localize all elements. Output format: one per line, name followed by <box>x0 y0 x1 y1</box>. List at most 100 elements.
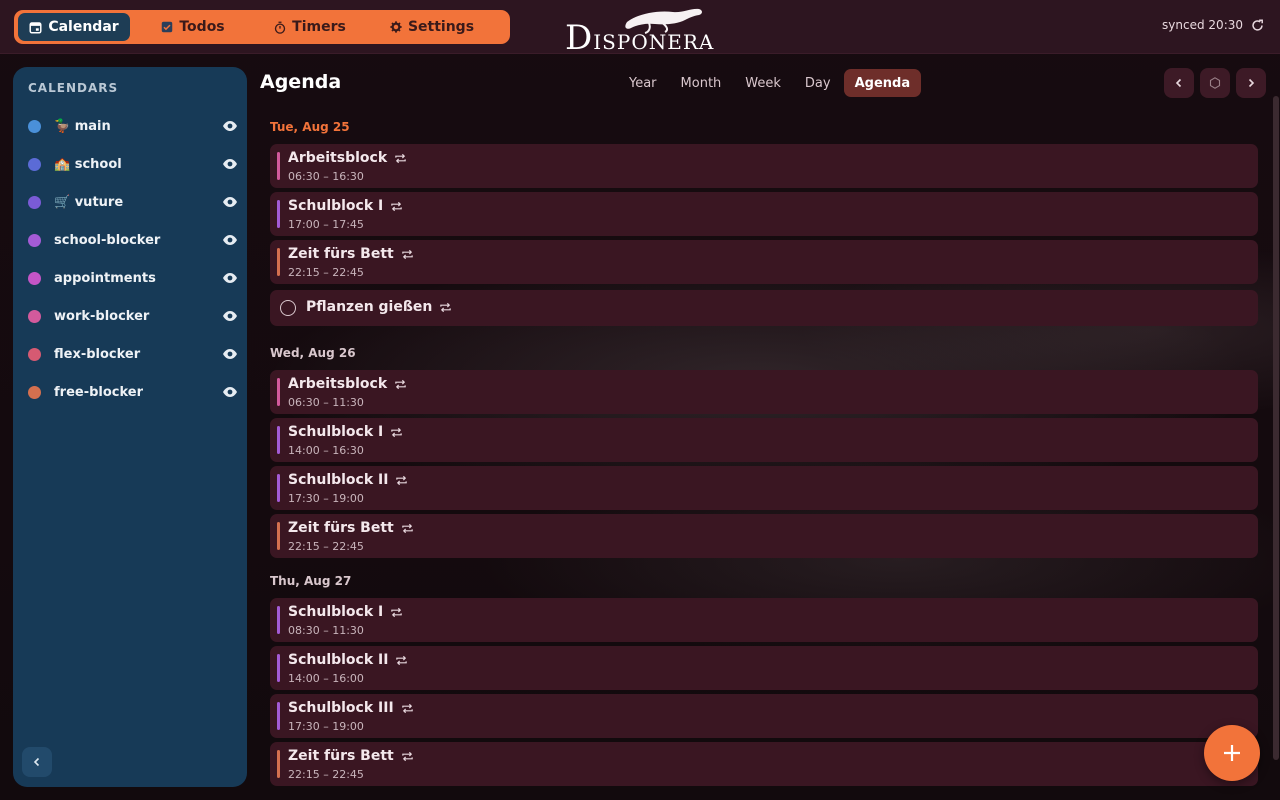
previous-button[interactable] <box>1164 68 1194 98</box>
event-time: 06:30 – 16:30 <box>288 170 364 183</box>
scrollbar[interactable] <box>1273 56 1279 800</box>
view-tab-month[interactable]: Month <box>670 69 733 97</box>
main-nav: Calendar Todos Timers Settings <box>14 10 510 44</box>
eye-icon[interactable] <box>222 308 238 324</box>
add-event-button[interactable] <box>1204 725 1260 781</box>
calendar-item[interactable]: 🦆 main <box>28 114 238 138</box>
event-color-bar <box>277 426 280 454</box>
calendar-label: work-blocker <box>54 308 150 324</box>
event-title: Schulblock III <box>288 700 394 716</box>
eye-icon[interactable] <box>222 194 238 210</box>
event-time: 17:30 – 19:00 <box>288 720 364 733</box>
day-heading: Wed, Aug 26 <box>270 346 356 360</box>
calendar-label: 🏫 school <box>54 156 122 172</box>
stopwatch-icon <box>274 21 286 34</box>
calendar-item[interactable]: 🏫 school <box>28 152 238 176</box>
logo-letters: ISP <box>593 30 632 54</box>
todo-title-row: Pflanzen gießen <box>306 299 452 315</box>
plus-icon <box>1224 745 1240 761</box>
eye-icon[interactable] <box>222 384 238 400</box>
today-button[interactable] <box>1200 68 1230 98</box>
event-item[interactable]: Arbeitsblock 06:30 – 11:30 <box>270 370 1258 414</box>
calendar-item[interactable]: flex-blocker <box>28 342 238 366</box>
event-title-row: Zeit fürs Bett <box>288 748 414 764</box>
event-title: Schulblock II <box>288 652 389 668</box>
event-title-row: Arbeitsblock <box>288 376 407 392</box>
event-color-bar <box>277 200 280 228</box>
calendar-item[interactable]: appointments <box>28 266 238 290</box>
calendar-color-dot <box>28 157 41 171</box>
calendar-color-dot <box>28 271 41 285</box>
top-bar: Calendar Todos Timers Settings DISPONERA… <box>0 0 1280 58</box>
event-item[interactable]: Schulblock II 14:00 – 16:00 <box>270 646 1258 690</box>
todo-checkbox[interactable] <box>280 300 296 316</box>
event-title: Zeit fürs Bett <box>288 520 394 536</box>
view-switcher: Year Month Week Day Agenda <box>618 69 922 97</box>
event-title-row: Schulblock III <box>288 700 414 716</box>
view-tab-agenda[interactable]: Agenda <box>843 69 922 97</box>
repeat-icon <box>391 201 402 211</box>
calendar-label: free-blocker <box>54 384 144 400</box>
calendar-item[interactable]: free-blocker <box>28 380 238 404</box>
sync-status: synced 20:30 <box>1162 18 1264 32</box>
event-item[interactable]: Zeit fürs Bett 22:15 – 22:45 <box>270 514 1258 558</box>
nav-tab-calendar[interactable]: Calendar <box>18 13 130 41</box>
event-title: Arbeitsblock <box>288 150 388 166</box>
eye-icon[interactable] <box>222 232 238 248</box>
logo-letter: D <box>565 18 594 58</box>
collapse-sidebar-button[interactable] <box>22 747 52 777</box>
event-color-bar <box>277 606 280 634</box>
eye-icon[interactable] <box>222 156 238 172</box>
calendar-item[interactable]: 🛒 vuture <box>28 190 238 214</box>
repeat-icon <box>396 655 408 665</box>
repeat-icon <box>395 379 406 389</box>
view-tab-day[interactable]: Day <box>794 69 842 97</box>
calendar-icon <box>29 21 42 34</box>
event-item[interactable]: Schulblock I 17:00 – 17:45 <box>270 192 1258 236</box>
event-item[interactable]: Arbeitsblock 06:30 – 16:30 <box>270 144 1258 188</box>
event-item[interactable]: Zeit fürs Bett 22:15 – 22:45 <box>270 742 1258 786</box>
nav-tab-todos[interactable]: Todos <box>138 13 248 41</box>
event-title-row: Schulblock I <box>288 604 403 620</box>
event-title: Schulblock I <box>288 424 384 440</box>
repeat-icon <box>391 607 402 617</box>
calendar-item[interactable]: school-blocker <box>28 228 238 252</box>
event-time: 22:15 – 22:45 <box>288 768 364 781</box>
eye-icon[interactable] <box>222 118 238 134</box>
nav-tab-settings[interactable]: Settings <box>372 13 492 41</box>
logo-wordmark: DISPONERA <box>565 18 714 58</box>
event-title-row: Schulblock I <box>288 424 403 440</box>
nav-tab-timers[interactable]: Timers <box>250 13 370 41</box>
nav-tab-label: Todos <box>179 19 225 35</box>
calendar-item[interactable]: work-blocker <box>28 304 238 328</box>
event-item[interactable]: Schulblock III 17:30 – 19:00 <box>270 694 1258 738</box>
event-title-row: Schulblock I <box>288 198 403 214</box>
repeat-icon <box>391 427 402 437</box>
repeat-icon <box>401 249 413 259</box>
eye-icon[interactable] <box>222 270 238 286</box>
event-item[interactable]: Zeit fürs Bett 22:15 – 22:45 <box>270 240 1258 284</box>
chevron-left-icon <box>33 757 40 767</box>
view-tab-year[interactable]: Year <box>618 69 668 97</box>
event-title: Zeit fürs Bett <box>288 246 394 262</box>
event-title-row: Zeit fürs Bett <box>288 520 414 536</box>
next-button[interactable] <box>1236 68 1266 98</box>
eye-icon[interactable] <box>222 346 238 362</box>
gear-icon <box>390 21 402 33</box>
repeat-icon <box>401 523 413 533</box>
view-tab-week[interactable]: Week <box>734 69 792 97</box>
refresh-icon[interactable] <box>1251 18 1264 32</box>
event-time: 14:00 – 16:00 <box>288 672 364 685</box>
nav-tab-label: Timers <box>292 19 346 35</box>
event-time: 06:30 – 11:30 <box>288 396 364 409</box>
todo-item[interactable]: Pflanzen gießen <box>270 290 1258 326</box>
chevron-left-icon <box>1175 78 1182 88</box>
event-title: Schulblock II <box>288 472 389 488</box>
event-item[interactable]: Schulblock II 17:30 – 19:00 <box>270 466 1258 510</box>
hexagon-icon <box>1209 77 1221 89</box>
event-item[interactable]: Schulblock I 08:30 – 11:30 <box>270 598 1258 642</box>
repeat-icon <box>401 703 413 713</box>
event-time: 22:15 – 22:45 <box>288 266 364 279</box>
event-color-bar <box>277 248 280 276</box>
event-item[interactable]: Schulblock I 14:00 – 16:30 <box>270 418 1258 462</box>
